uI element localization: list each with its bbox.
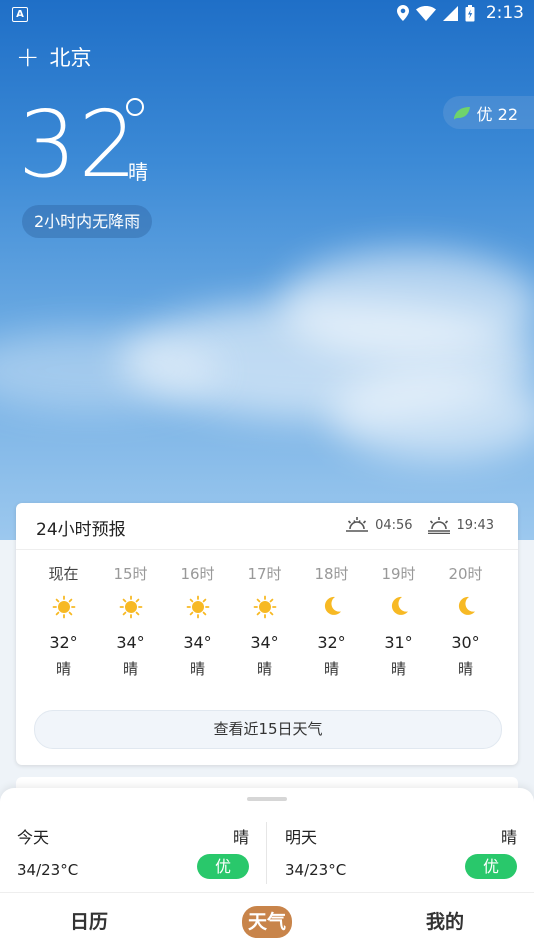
city-header: + 北京 [16,42,91,72]
hour-condition: 晴 [55,660,71,678]
today-label: 今天 [17,828,50,847]
hour-item: 20时 30° 晴 [432,563,499,679]
forecast-24h-card: 24小时预报 04:56 19:43 现在 32° 晴 15时 34° 晴 16时 34° 晴 1… [16,503,518,765]
hour-condition: 晴 [390,660,406,678]
bottom-sheet: 今天 晴 34/23°C 优 明天 晴 34/23°C 优 日历 天气 我的 [0,788,534,950]
tomorrow-label: 明天 [285,828,318,847]
hour-condition: 晴 [457,660,473,678]
sky-background [0,0,534,540]
current-condition: 晴 [128,160,148,184]
sunset-time: 19:43 [456,517,494,533]
hour-label: 19时 [381,565,416,583]
sun-icon [97,595,164,621]
plus-icon[interactable]: + [16,43,39,71]
sun-icon [164,595,231,621]
sun-icon [231,595,298,621]
hour-temperature: 30° [451,633,480,652]
hour-condition: 晴 [122,660,138,678]
hour-condition: 晴 [256,660,272,678]
aqi-pill[interactable]: 优 22 [442,96,534,129]
degree-symbol [126,98,144,116]
hour-item: 16时 34° 晴 [164,563,231,679]
tab-weather[interactable]: 天气 [227,906,307,938]
tab-mine[interactable]: 我的 [405,906,485,938]
hour-condition: 晴 [323,660,339,678]
tomorrow-condition: 晴 [500,828,517,847]
tomorrow-aqi-badge: 优 [465,854,517,879]
hour-label: 现在 [48,565,79,583]
moon-icon [298,595,365,621]
hour-temperature: 31° [384,633,413,652]
location-icon [396,5,409,21]
hour-condition: 晴 [189,660,205,678]
view-15-day-button[interactable]: 查看近15日天气 [34,710,502,749]
sunset-icon [427,517,450,534]
hour-item: 19时 31° 晴 [365,563,432,679]
hour-temperature: 32° [317,633,346,652]
day-divider [266,822,267,884]
hour-temperature: 34° [183,633,212,652]
hour-label: 20时 [448,565,483,583]
hour-temperature: 34° [116,633,145,652]
aqi-value: 优 22 [476,104,518,124]
tomorrow-temperature-range: 34/23°C [285,861,347,879]
today-condition: 晴 [232,828,249,847]
hour-label: 15时 [113,565,148,583]
leaf-icon [453,106,470,119]
hour-label: 17时 [247,565,282,583]
moon-icon [432,595,499,621]
hourly-list: 现在 32° 晴 15时 34° 晴 16时 34° 晴 17时 34° 晴 18时 32° 晴 19时 31°… [30,563,500,679]
tomorrow-summary[interactable]: 明天 晴 34/23°C 优 [285,824,517,884]
notification-app-icon: A [12,7,28,22]
city-name[interactable]: 北京 [49,42,91,72]
status-time: 2:13 [485,3,524,23]
tab-calendar[interactable]: 日历 [49,906,129,938]
today-temperature-range: 34/23°C [17,861,79,879]
wifi-icon [415,5,436,21]
hour-item: 现在 32° 晴 [30,563,97,679]
hour-temperature: 32° [49,633,78,652]
sunrise-time: 04:56 [375,517,413,533]
signal-icon [442,5,458,21]
forecast-24h-header: 24小时预报 04:56 19:43 [16,503,518,550]
forecast-24h-title: 24小时预报 [36,520,126,540]
hour-temperature: 34° [250,633,279,652]
sheet-handle[interactable] [247,797,287,801]
sun-icon [30,595,97,621]
today-aqi-badge: 优 [197,854,249,879]
nav-divider [0,892,534,893]
hour-item: 17时 34° 晴 [231,563,298,679]
status-bar: A 2:13 [0,0,534,28]
battery-icon [465,4,475,21]
sunrise-icon [346,517,369,532]
bottom-nav: 日历 天气 我的 [0,896,534,950]
hour-label: 18时 [314,565,349,583]
rain-forecast-pill[interactable]: 2小时内无降雨 [22,205,153,238]
moon-icon [365,595,432,621]
today-summary[interactable]: 今天 晴 34/23°C 优 [17,824,249,884]
hour-item: 15时 34° 晴 [97,563,164,679]
hour-item: 18时 32° 晴 [298,563,365,679]
hour-label: 16时 [180,565,215,583]
current-temperature: 32 [18,91,140,198]
